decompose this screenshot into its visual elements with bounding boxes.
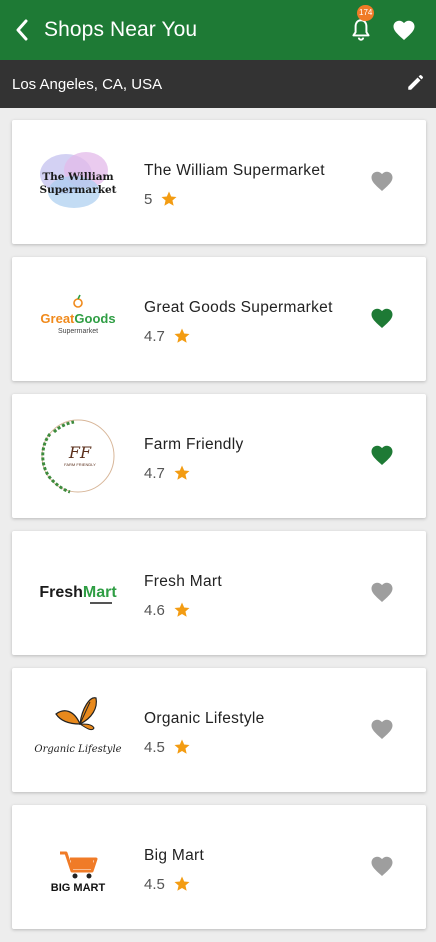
location-text: Los Angeles, CA, USA: [12, 75, 163, 93]
shop-card[interactable]: FF FARM FRIENDLY Farm Friendly 4.7: [12, 394, 426, 518]
shop-rating: 4.6: [144, 601, 191, 619]
shop-list: The William Supermarket The William Supe…: [12, 120, 426, 942]
big-mart-logo: BIG MART: [30, 825, 126, 909]
fresh-mart-logo: FreshMart: [30, 551, 126, 635]
great-goods-logo: GreatGoods Supermarket: [30, 277, 126, 361]
svg-text:Organic Lifestyle: Organic Lifestyle: [34, 744, 121, 755]
favorites-button[interactable]: [392, 19, 416, 41]
star-icon: [174, 328, 190, 343]
rating-value: 4.6: [144, 601, 165, 619]
edit-location-button[interactable]: [406, 74, 426, 94]
shop-name: Organic Lifestyle: [144, 710, 265, 727]
heart-icon: [371, 308, 393, 328]
shop-name: Great Goods Supermarket: [144, 299, 333, 316]
back-arrow-icon: [16, 19, 28, 41]
star-icon: [174, 739, 190, 754]
svg-text:Supermarket: Supermarket: [58, 328, 98, 335]
heart-icon: [371, 171, 393, 191]
the-william-supermarket-logo: The William Supermarket: [30, 140, 126, 224]
shop-rating: 4.7: [144, 464, 191, 482]
shop-card[interactable]: FreshMart Fresh Mart 4.6: [12, 531, 426, 655]
rating-value: 4.7: [144, 327, 165, 345]
star-icon: [161, 191, 177, 206]
favorite-toggle[interactable]: [370, 307, 394, 329]
favorite-toggle[interactable]: [370, 855, 394, 877]
favorite-toggle[interactable]: [370, 170, 394, 192]
svg-text:FF: FF: [68, 443, 92, 462]
star-icon: [174, 465, 190, 480]
favorite-toggle[interactable]: [370, 581, 394, 603]
notifications-button[interactable]: 174: [348, 5, 375, 43]
rating-value: 5: [144, 190, 153, 208]
svg-text:The William: The William: [42, 171, 113, 183]
heart-icon: [371, 445, 393, 465]
heart-icon: [371, 856, 393, 876]
organic-lifestyle-logo: Organic Lifestyle: [30, 688, 126, 772]
heart-icon: [393, 20, 415, 40]
farm-friendly-logo: FF FARM FRIENDLY: [30, 414, 126, 498]
svg-text:GreatGoods: GreatGoods: [40, 311, 115, 326]
shop-card[interactable]: Organic Lifestyle Organic Lifestyle 4.5: [12, 668, 426, 792]
svg-text:Supermarket: Supermarket: [39, 184, 116, 196]
location-bar: Los Angeles, CA, USA: [0, 60, 436, 108]
app-bar: Shops Near You 174: [0, 0, 436, 60]
rating-value: 4.5: [144, 875, 165, 893]
svg-text:BIG MART: BIG MART: [51, 882, 106, 894]
shop-name: The William Supermarket: [144, 162, 325, 179]
page-title: Shops Near You: [44, 18, 198, 41]
svg-text:FARM FRIENDLY: FARM FRIENDLY: [64, 462, 96, 467]
back-button[interactable]: [0, 0, 44, 60]
shop-card[interactable]: GreatGoods Supermarket Great Goods Super…: [12, 257, 426, 381]
heart-icon: [371, 582, 393, 602]
star-icon: [174, 602, 190, 617]
shop-card[interactable]: BIG MART Big Mart 4.5: [12, 805, 426, 929]
heart-icon: [371, 719, 393, 739]
shop-name: Fresh Mart: [144, 573, 222, 590]
favorite-toggle[interactable]: [370, 718, 394, 740]
shop-name: Farm Friendly: [144, 436, 244, 453]
star-icon: [174, 876, 190, 891]
bell-icon: [352, 19, 370, 41]
rating-value: 4.5: [144, 738, 165, 756]
svg-text:FreshMart: FreshMart: [39, 584, 117, 601]
favorite-toggle[interactable]: [370, 444, 394, 466]
pencil-icon: [408, 75, 423, 90]
shop-card[interactable]: The William Supermarket The William Supe…: [12, 120, 426, 244]
shop-name: Big Mart: [144, 847, 205, 864]
shop-rating: 4.5: [144, 875, 191, 893]
rating-value: 4.7: [144, 464, 165, 482]
shop-rating: 5: [144, 190, 178, 208]
shop-rating: 4.5: [144, 738, 191, 756]
shop-rating: 4.7: [144, 327, 191, 345]
